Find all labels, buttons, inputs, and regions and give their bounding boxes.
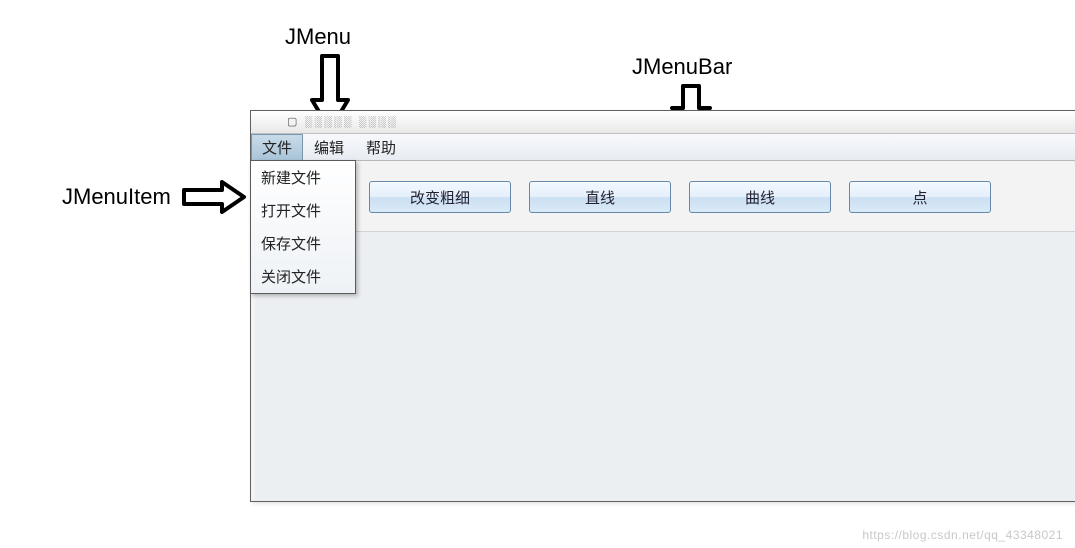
- toolbar: 改变粗细 直线 曲线 点: [369, 181, 1075, 211]
- toolbar-button-line[interactable]: 直线: [529, 181, 671, 213]
- toolbar-button-label: 改变粗细: [410, 187, 470, 208]
- toolbar-button-curve[interactable]: 曲线: [689, 181, 831, 213]
- menu-item-save-file[interactable]: 保存文件: [251, 227, 355, 260]
- label-jmenu: JMenu: [285, 24, 351, 50]
- menu-item-label: 关闭文件: [261, 269, 321, 286]
- menu-item-new-file[interactable]: 新建文件: [251, 161, 355, 194]
- menu-file-label: 文件: [262, 137, 292, 158]
- application-window: ▢ ░░░░░ ░░░░ 文件 编辑 帮助 改变粗细 直线 曲线: [250, 110, 1075, 502]
- toolbar-button-label: 点: [912, 187, 927, 208]
- menu-file[interactable]: 文件: [251, 134, 303, 160]
- window-titlebar: ▢ ░░░░░ ░░░░: [251, 111, 1075, 134]
- toolbar-area: 改变粗细 直线 曲线 点: [251, 161, 1075, 221]
- menu-item-close-file[interactable]: 关闭文件: [251, 260, 355, 293]
- menu-help[interactable]: 帮助: [355, 134, 407, 160]
- menu-item-open-file[interactable]: 打开文件: [251, 194, 355, 227]
- label-jmenuitem: JMenuItem: [62, 184, 171, 210]
- menu-item-label: 保存文件: [261, 236, 321, 253]
- watermark: https://blog.csdn.net/qq_43348021: [862, 528, 1063, 542]
- arrow-right-jmenuitem-icon: [182, 180, 248, 214]
- label-jmenubar: JMenuBar: [632, 54, 732, 80]
- toolbar-button-thickness[interactable]: 改变粗细: [369, 181, 511, 213]
- menu-bar[interactable]: 文件 编辑 帮助: [251, 134, 1075, 161]
- menu-item-label: 打开文件: [261, 203, 321, 220]
- toolbar-button-label: 曲线: [745, 187, 775, 208]
- toolbar-button-label: 直线: [585, 187, 615, 208]
- diagram-stage: JMenu JMenuBar JMenuItem ▢ ░░░░░ ░░░░ 文件…: [0, 0, 1075, 548]
- drawing-canvas[interactable]: [255, 231, 1075, 501]
- menu-help-label: 帮助: [366, 137, 396, 158]
- menu-edit[interactable]: 编辑: [303, 134, 355, 160]
- toolbar-button-point[interactable]: 点: [849, 181, 991, 213]
- menu-file-dropdown: 新建文件 打开文件 保存文件 关闭文件: [250, 160, 356, 294]
- menu-edit-label: 编辑: [314, 137, 344, 158]
- menu-item-label: 新建文件: [261, 170, 321, 187]
